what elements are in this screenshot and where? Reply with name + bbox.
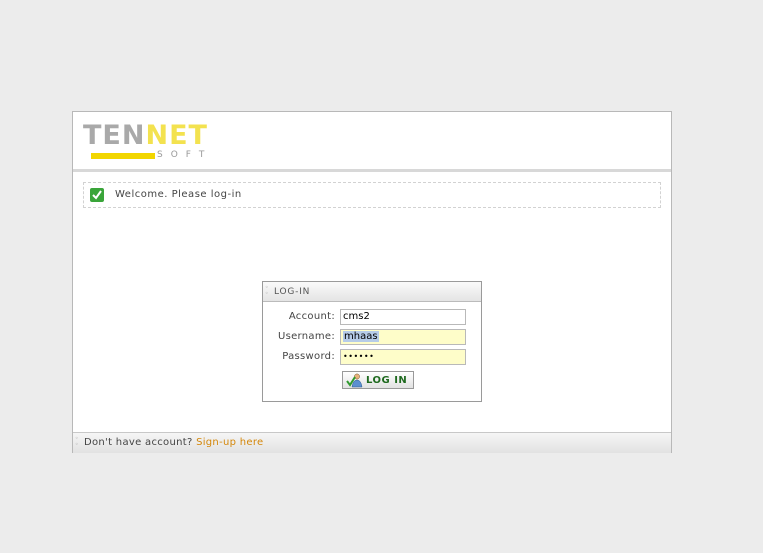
login-panel: ◦ ◦ LOG-IN Account: cms2 Username: mhaas … (262, 281, 482, 402)
footer: ◦ ◦ Don't have account? Sign-up here (73, 432, 671, 453)
header: TENNET SOFT (73, 112, 671, 172)
grip-icon: ◦ ◦ (75, 435, 79, 448)
account-input[interactable]: cms2 (340, 309, 466, 325)
logo-subtitle: SOFT (157, 150, 213, 160)
logo-bar (91, 153, 155, 159)
login-button-label: LOG IN (366, 375, 408, 386)
welcome-notice: Welcome. Please log-in (83, 182, 661, 208)
username-row: Username: mhaas (263, 329, 481, 345)
password-row: Password: •••••• (263, 349, 481, 365)
account-label: Account: (288, 311, 335, 322)
signup-link[interactable]: Sign-up here (196, 437, 263, 448)
password-input[interactable]: •••••• (340, 349, 466, 365)
login-button[interactable]: LOG IN (342, 371, 414, 389)
tennet-soft-logo: TENNET SOFT (83, 122, 233, 162)
username-label: Username: (277, 331, 335, 342)
check-icon (90, 188, 104, 202)
username-value: mhaas (343, 331, 379, 342)
welcome-message: Welcome. Please log-in (115, 189, 242, 200)
login-page-frame: TENNET SOFT Welcome. Please log-in ◦ ◦ LO… (72, 111, 672, 453)
login-title: LOG-IN (274, 287, 311, 297)
account-row: Account: cms2 (263, 309, 481, 325)
login-panel-header: ◦ ◦ LOG-IN (263, 282, 481, 302)
password-label: Password: (282, 351, 335, 362)
logo-text-ten: TEN (83, 120, 146, 151)
username-input[interactable]: mhaas (340, 329, 466, 345)
signup-prompt: Don't have account? (84, 437, 193, 448)
logo-text-net: NET (145, 120, 208, 151)
footer-text: Don't have account? Sign-up here (84, 437, 263, 448)
user-check-icon (346, 373, 363, 388)
grip-icon: ◦ ◦ (265, 284, 269, 297)
